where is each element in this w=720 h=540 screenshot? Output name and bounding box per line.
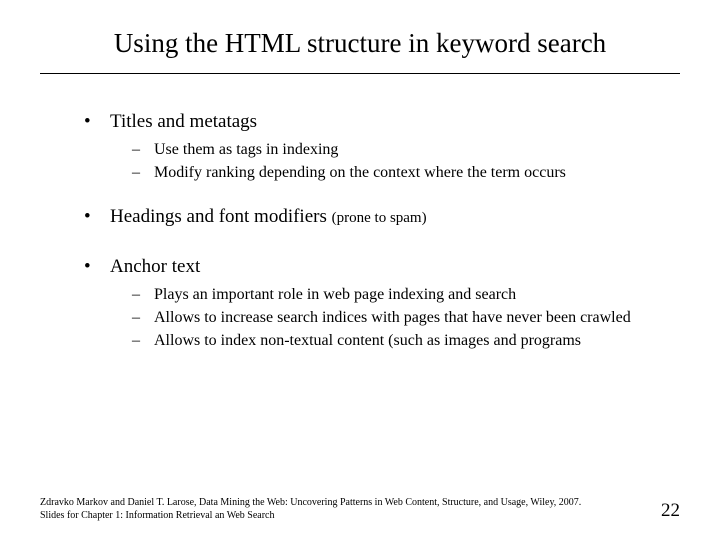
dash-icon: – xyxy=(132,331,154,352)
sub-list: – Use them as tags in indexing – Modify … xyxy=(132,140,670,184)
footer-line-2: Slides for Chapter 1: Information Retrie… xyxy=(40,509,581,522)
sub-text: Plays an important role in web page inde… xyxy=(154,285,516,306)
title-rule xyxy=(40,73,680,74)
dash-icon: – xyxy=(132,140,154,161)
bullet-main: Headings and font modifiers xyxy=(110,206,327,227)
bullet-item: • Headings and font modifiers (prone to … xyxy=(84,205,670,229)
bullet-dot-icon: • xyxy=(84,206,110,229)
bullet-text: Anchor text xyxy=(110,255,200,279)
bullet-item: • Titles and metatags xyxy=(84,110,670,134)
bullet-dot-icon: • xyxy=(84,111,110,134)
footer-citation: Zdravko Markov and Daniel T. Larose, Dat… xyxy=(40,496,581,522)
sub-item: – Allows to index non-textual content (s… xyxy=(132,331,670,352)
bullet-text: Headings and font modifiers (prone to sp… xyxy=(110,205,427,229)
sub-item: – Allows to increase search indices with… xyxy=(132,308,670,329)
dash-icon: – xyxy=(132,163,154,184)
slide-body: • Titles and metatags – Use them as tags… xyxy=(40,110,680,351)
sub-item: – Modify ranking depending on the contex… xyxy=(132,163,670,184)
sub-item: – Use them as tags in indexing xyxy=(132,140,670,161)
page-number: 22 xyxy=(661,500,680,522)
dash-icon: – xyxy=(132,308,154,329)
sub-text: Allows to index non-textual content (suc… xyxy=(154,331,581,352)
sub-text: Use them as tags in indexing xyxy=(154,140,338,161)
bullet-item: • Anchor text xyxy=(84,255,670,279)
sub-list: – Plays an important role in web page in… xyxy=(132,285,670,351)
bullet-text: Titles and metatags xyxy=(110,110,257,134)
slide-title: Using the HTML structure in keyword sear… xyxy=(40,28,680,59)
sub-text: Modify ranking depending on the context … xyxy=(154,163,566,184)
sub-text: Allows to increase search indices with p… xyxy=(154,308,631,329)
sub-item: – Plays an important role in web page in… xyxy=(132,285,670,306)
slide-footer: Zdravko Markov and Daniel T. Larose, Dat… xyxy=(40,496,680,522)
footer-line-1: Zdravko Markov and Daniel T. Larose, Dat… xyxy=(40,496,581,509)
dash-icon: – xyxy=(132,285,154,306)
bullet-dot-icon: • xyxy=(84,256,110,279)
bullet-note: (prone to spam) xyxy=(332,210,427,226)
